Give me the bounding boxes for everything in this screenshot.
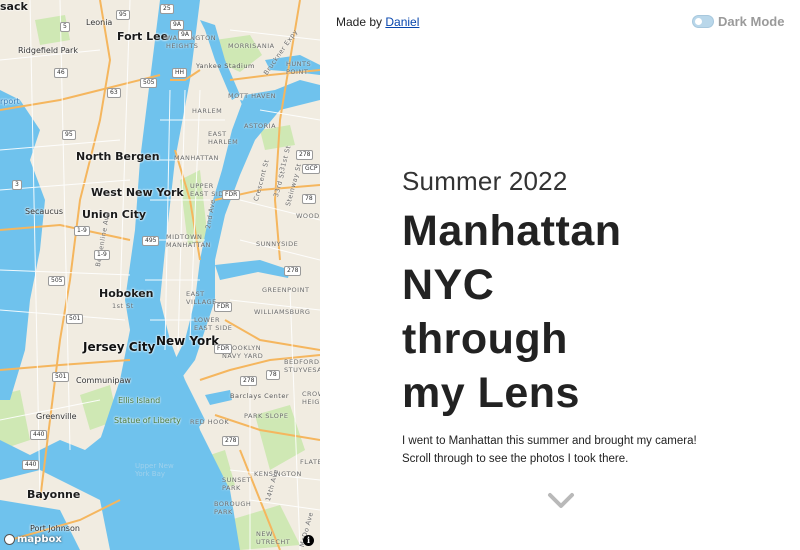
map-label-greenville: Greenville <box>36 412 77 421</box>
map-label-union-city: Union City <box>82 208 147 221</box>
highway-shield: 278 <box>240 376 258 386</box>
highway-shield: 25 <box>160 4 174 14</box>
map-label-yankee-stadium: Yankee Stadium <box>196 62 255 70</box>
map-label-barclays: Barclays Center <box>230 392 290 400</box>
highway-shield: 440 <box>30 430 48 440</box>
highway-shield: 505 <box>140 78 158 88</box>
highway-shield: 95 <box>62 130 76 140</box>
scroll-down-chevron-icon[interactable] <box>547 492 575 514</box>
hero-description: I went to Manhattan this summer and brou… <box>402 435 697 465</box>
mapbox-logo[interactable]: mapbox <box>4 534 62 545</box>
map-label-williamsburg: WILLIAMSBURG <box>254 308 311 316</box>
map-label-hackensack: sack <box>0 0 28 13</box>
highway-shield: 9A <box>170 20 184 30</box>
map-label-1st-st: 1st St <box>112 302 134 310</box>
map-label-manhattan: MANHATTAN <box>174 154 219 162</box>
map-label-airport: rport <box>0 97 20 106</box>
map-label-fort-lee: Fort Lee <box>117 30 169 43</box>
map-label-midtown: MIDTOWN MANHATTAN <box>166 233 211 249</box>
hero-section: Summer 2022 Manhattan NYC through my Len… <box>402 166 782 468</box>
map-label-morrisania: MORRISANIA <box>228 42 275 50</box>
highway-shield: 1-9 <box>74 226 90 236</box>
highway-shield: 278 <box>284 266 302 276</box>
highway-shield: 501 <box>52 372 70 382</box>
mapbox-logo-icon <box>4 534 15 545</box>
made-by: Made by Daniel <box>336 15 419 29</box>
highway-shield: 95 <box>116 10 130 20</box>
highway-shield: 3 <box>12 180 22 190</box>
map-label-borough-park: BOROUGH PARK <box>214 500 252 516</box>
dark-mode-label: Dark Mode <box>718 14 785 29</box>
highway-shield: 440 <box>22 460 40 470</box>
map-label-upper-bay: Upper New York Bay <box>135 462 174 478</box>
map-label-red-hook: RED HOOK <box>190 418 230 426</box>
highway-shield: GCP <box>302 164 320 174</box>
highway-shield: 278 <box>296 150 314 160</box>
map-label-greenpoint: GREENPOINT <box>262 286 310 294</box>
highway-shield: 5 <box>60 22 70 32</box>
map-label-sunset-park: SUNSET PARK <box>222 476 251 492</box>
highway-shield: 78 <box>302 194 316 204</box>
highway-shield: 505 <box>48 276 66 286</box>
map-label-park-slope: PARK SLOPE <box>244 412 289 420</box>
toggle-switch[interactable] <box>692 15 714 28</box>
map-label-hunts-point: HUNTS POINT <box>286 60 312 76</box>
mapbox-logo-text: mapbox <box>17 534 62 545</box>
map-label-flatbush: FLATB <box>300 458 320 466</box>
map-label-ridgefield-park: Ridgefield Park <box>18 46 78 55</box>
highway-shield: 46 <box>54 68 68 78</box>
map-label-statue-of-liberty: Statue of Liberty <box>114 416 181 425</box>
toggle-knob <box>695 18 702 25</box>
map-label-crown: CROW HEIGH <box>302 390 320 406</box>
map-label-bayonne: Bayonne <box>27 488 81 501</box>
highway-shield: 9A <box>178 30 192 40</box>
map-label-west-new-york: West New York <box>91 186 184 199</box>
highway-shield: FDR <box>214 302 233 312</box>
map-label-port-johnson: Port Johnson <box>30 524 80 533</box>
map-label-sunnyside: SUNNYSIDE <box>256 240 299 248</box>
dark-mode-toggle[interactable]: Dark Mode <box>692 14 784 29</box>
made-by-prefix: Made by <box>336 15 383 29</box>
map-label-woods: WOODS <box>296 212 320 220</box>
map-label-mott-haven: MOTT HAVEN <box>228 92 276 100</box>
map-label-jersey-city: Jersey City <box>83 340 156 354</box>
map-label-north-bergen: North Bergen <box>76 150 160 163</box>
hero-subtitle: Summer 2022 <box>402 166 568 196</box>
map-label-new-york: New York <box>156 334 220 348</box>
map-label-new-utrecht: NEW UTRECHT <box>256 530 291 546</box>
map-label-ellis-island: Ellis Island <box>118 396 161 405</box>
hero-title: Manhattan NYC through my Lens <box>402 207 622 417</box>
map-label-lower-east-side: LOWER EAST SIDE <box>194 316 233 332</box>
map-label-east-harlem: EAST HARLEM <box>208 130 239 146</box>
highway-shield: FDR <box>214 344 233 354</box>
highway-shield: 1-9 <box>94 250 110 260</box>
map-label-leonia: Leonia <box>86 18 113 27</box>
map-label-secaucus: Secaucus <box>25 207 64 216</box>
map-info-button[interactable]: i <box>303 535 314 546</box>
map-panel[interactable]: sack Leonia Fort Lee Ridgefield Park rpo… <box>0 0 320 550</box>
map-label-astoria: ASTORIA <box>244 122 277 130</box>
highway-shield: 63 <box>107 88 121 98</box>
map-label-bedford: BEDFORD- STUYVESAN <box>284 358 320 374</box>
highway-shield: FDR <box>222 190 241 200</box>
highway-shield: 495 <box>142 236 160 246</box>
highway-shield: HH <box>172 68 188 78</box>
map-label-harlem: HARLEM <box>192 107 223 115</box>
author-link[interactable]: Daniel <box>385 15 419 29</box>
highway-shield: 278 <box>222 436 240 446</box>
map-label-east-village: EAST VILLAGE <box>186 290 217 306</box>
map-label-hoboken: Hoboken <box>99 287 154 300</box>
map-label-communipaw: Communipaw <box>76 376 131 385</box>
highway-shield: 501 <box>66 314 84 324</box>
highway-shield: 78 <box>266 370 280 380</box>
